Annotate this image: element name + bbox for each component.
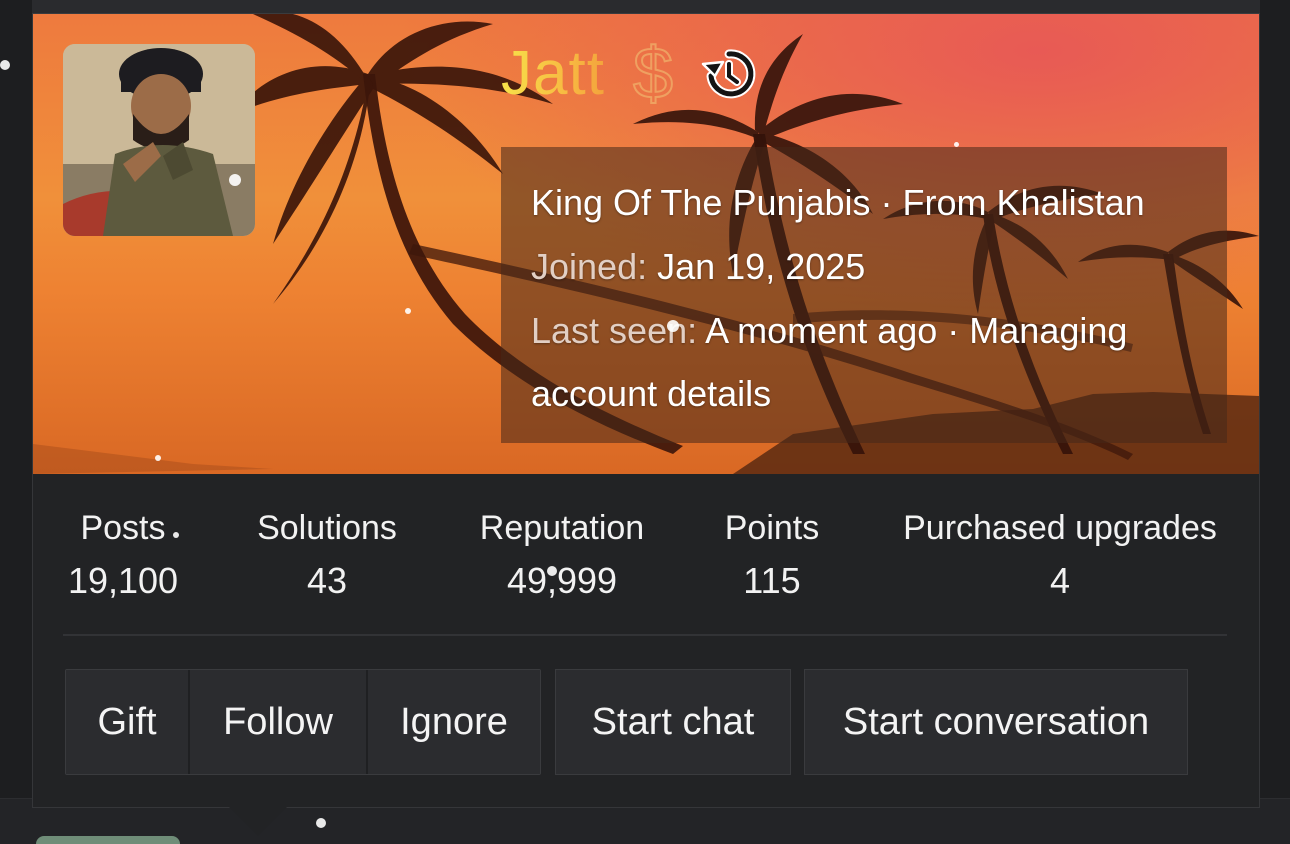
member-tooltip-card: Jatt $ King Of The Punjabis · From Khali… xyxy=(32,14,1260,808)
joined-line: Joined: Jan 19, 2025 xyxy=(531,247,1197,287)
user-title: King Of The Punjabis xyxy=(531,182,871,223)
snowflake xyxy=(155,455,161,461)
start-chat-button[interactable]: Start chat xyxy=(555,669,791,775)
gift-button[interactable]: Gift xyxy=(66,670,190,774)
user-location[interactable]: From Khalistan xyxy=(903,182,1145,223)
stat-value: 4 xyxy=(1049,560,1071,601)
separator-dot: · xyxy=(870,182,903,223)
page: Jatt $ King Of The Punjabis · From Khali… xyxy=(0,0,1290,844)
stat-value: 49,999 xyxy=(506,560,618,601)
stat-reputation[interactable]: Reputation 49,999 xyxy=(459,506,665,604)
stat-value: 115 xyxy=(743,560,801,601)
underlying-page-strip xyxy=(32,0,1260,14)
last-seen-line: Last seen: A moment ago · Managing xyxy=(531,311,1197,351)
snowflake xyxy=(0,60,10,70)
action-button-group: Gift Follow Ignore xyxy=(65,669,541,775)
snowflake xyxy=(667,320,679,332)
title-row: Jatt $ xyxy=(501,42,757,106)
tooltip-arrow xyxy=(228,806,288,836)
dollar-sign-icon: $ xyxy=(625,42,681,106)
stat-value: 43 xyxy=(306,560,348,601)
underlying-avatar[interactable] xyxy=(36,836,180,844)
snowflake xyxy=(316,818,326,828)
last-seen-time: A moment ago xyxy=(705,310,938,351)
snowflake xyxy=(954,142,959,147)
ignore-button[interactable]: Ignore xyxy=(368,670,540,774)
stat-label: Reputation xyxy=(479,509,645,547)
start-conversation-button[interactable]: Start conversation xyxy=(804,669,1188,775)
stat-posts[interactable]: Posts 19,100 xyxy=(51,506,195,604)
user-avatar[interactable] xyxy=(63,44,255,236)
user-title-line: King Of The Punjabis · From Khalistan xyxy=(531,183,1197,223)
stat-points[interactable]: Points 115 xyxy=(703,506,841,604)
username[interactable]: Jatt xyxy=(501,42,605,106)
stat-solutions[interactable]: Solutions 43 xyxy=(239,506,415,604)
joined-date: Jan 19, 2025 xyxy=(657,246,866,287)
snowflake xyxy=(547,566,557,576)
svg-text:$: $ xyxy=(633,42,673,106)
divider xyxy=(63,634,1227,636)
stat-purchased-upgrades[interactable]: Purchased upgrades 4 xyxy=(879,506,1241,604)
stat-label: Points xyxy=(724,509,820,547)
member-info-box: King Of The Punjabis · From Khalistan Jo… xyxy=(501,147,1227,443)
snowflake xyxy=(173,532,179,538)
history-icon xyxy=(701,46,757,102)
stat-label: Posts xyxy=(80,509,166,547)
joined-label: Joined: xyxy=(531,246,648,287)
stat-label: Solutions xyxy=(257,509,397,547)
separator-dot-2: · xyxy=(937,310,970,351)
last-seen-activity-cont: account details xyxy=(531,373,772,414)
stat-value: 19,100 xyxy=(67,560,179,601)
snowflake xyxy=(229,174,241,186)
last-seen-activity: Managing xyxy=(969,310,1128,351)
stat-label: Purchased upgrades xyxy=(903,509,1217,547)
avatar-photo xyxy=(63,44,255,236)
stats-row: Posts 19,100 Solutions 43 Reputation 49,… xyxy=(33,506,1259,606)
follow-button[interactable]: Follow xyxy=(190,670,368,774)
snowflake xyxy=(405,308,411,314)
profile-banner: Jatt $ King Of The Punjabis · From Khali… xyxy=(33,14,1259,474)
